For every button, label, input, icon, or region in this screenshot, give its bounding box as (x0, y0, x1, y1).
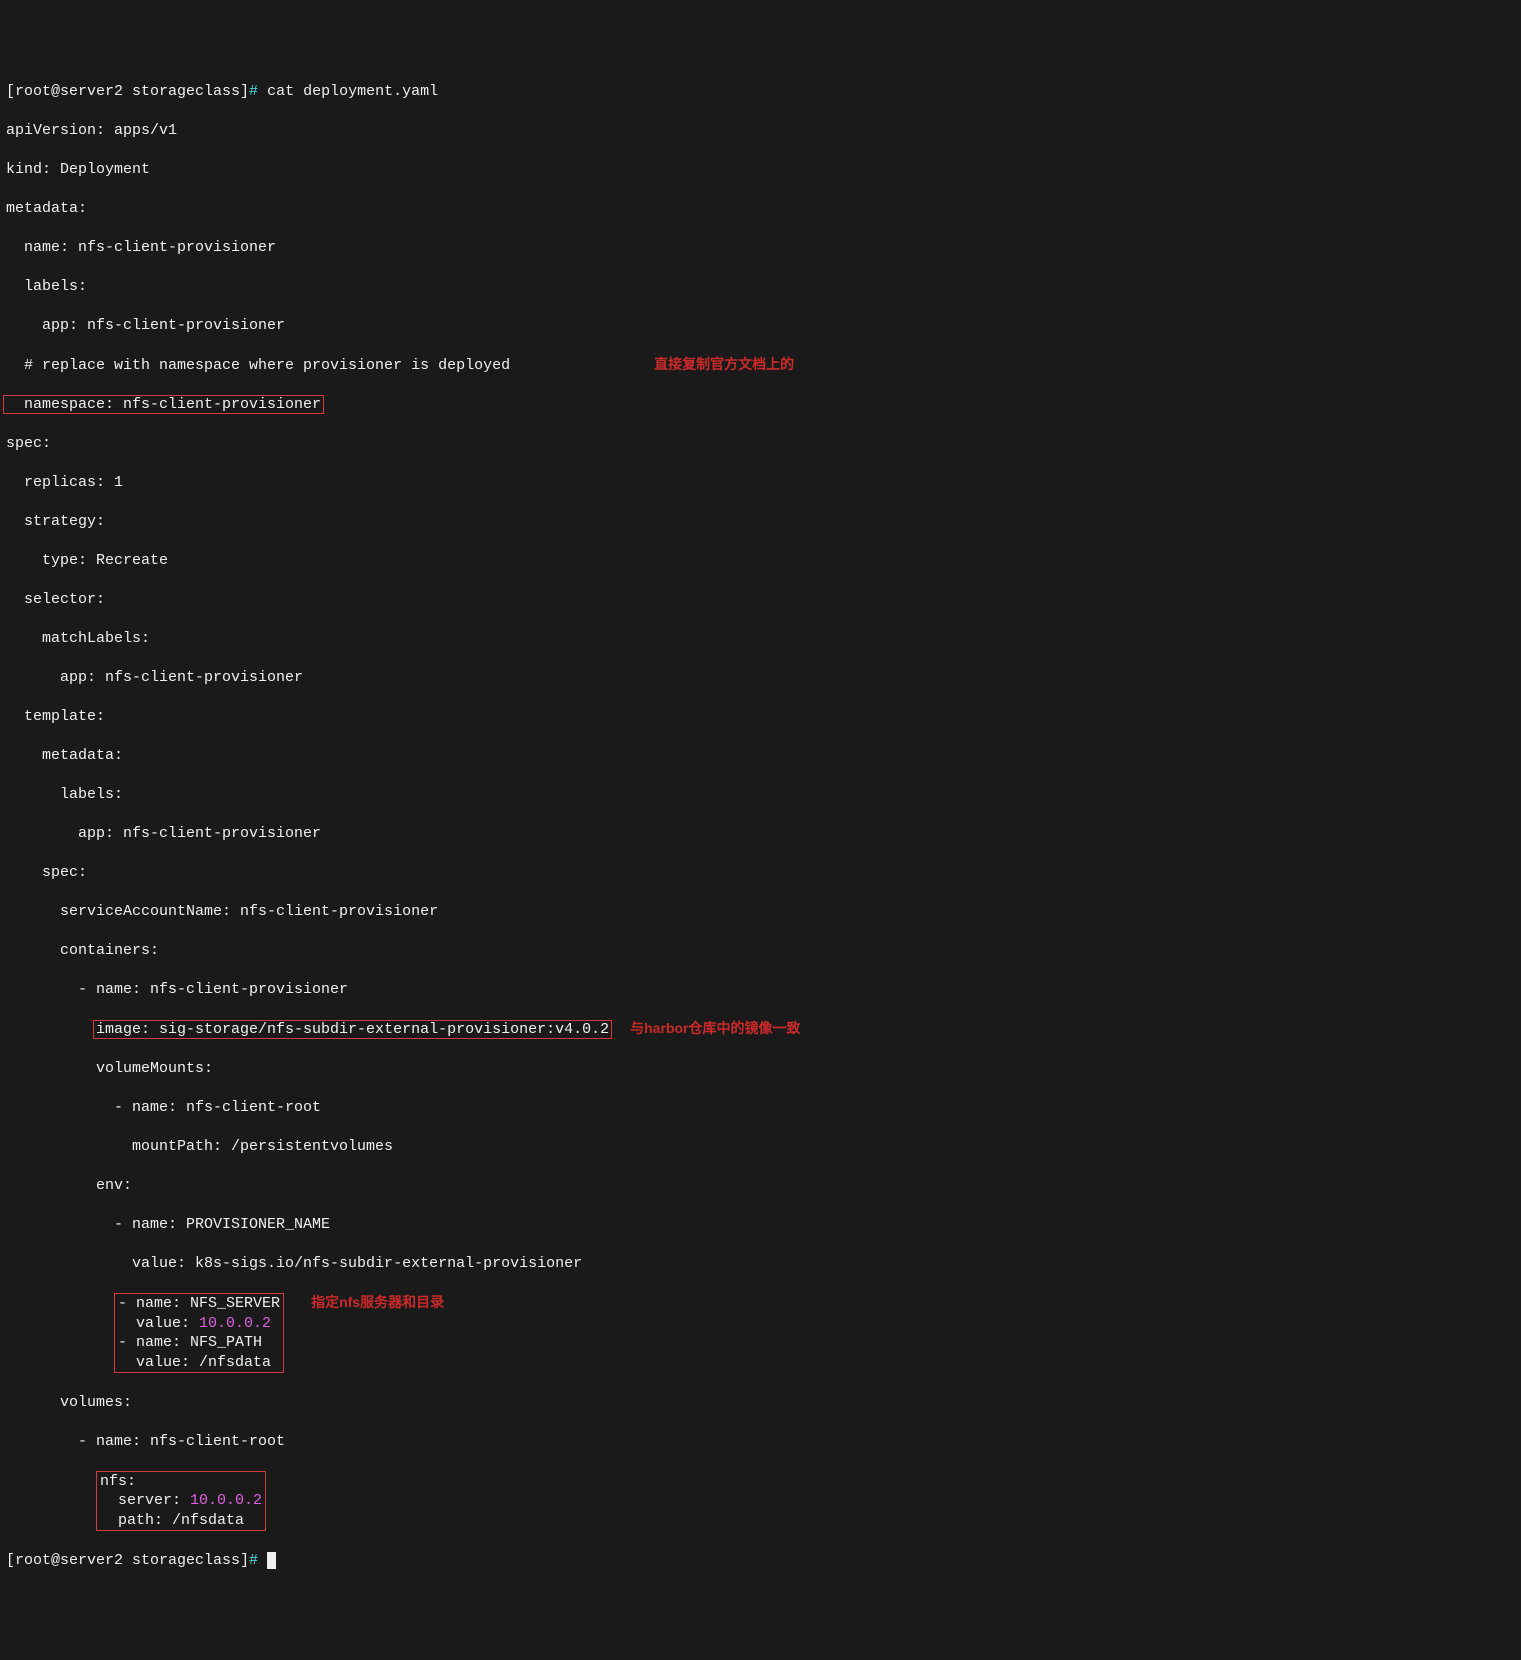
nfs-path-value: /nfsdata (172, 1512, 244, 1529)
prompt-marker: # (249, 1552, 258, 1569)
yaml-line: spec: (6, 863, 1515, 883)
yaml-line: strategy: (6, 512, 1515, 532)
yaml-line: namespace: nfs-client-provisioner (6, 395, 1515, 415)
highlight-nfs-env: - name: NFS_SERVER value: 10.0.0.2 - nam… (114, 1293, 284, 1373)
yaml-line: labels: (6, 277, 1515, 297)
env-value-prefix: value: (118, 1315, 199, 1332)
prompt: [root@server2 storageclass] (6, 1552, 249, 1569)
yaml-line: metadata: (6, 746, 1515, 766)
env-value-prefix: value: (118, 1354, 199, 1371)
yaml-line: volumes: (6, 1393, 1515, 1413)
env-value: /nfsdata (199, 1354, 271, 1371)
highlight-namespace: namespace: nfs-client-provisioner (3, 395, 324, 414)
yaml-line: serviceAccountName: nfs-client-provision… (6, 902, 1515, 922)
yaml-line: env: (6, 1176, 1515, 1196)
yaml-line: labels: (6, 785, 1515, 805)
yaml-line: type: Recreate (6, 551, 1515, 571)
yaml-line: app: nfs-client-provisioner (6, 824, 1515, 844)
env-name-value: NFS_PATH (190, 1334, 262, 1351)
yaml-line: app: nfs-client-provisioner (6, 316, 1515, 336)
yaml-line: replicas: 1 (6, 473, 1515, 493)
env-name-value: NFS_SERVER (190, 1295, 280, 1312)
nfs-server-prefix: server: (100, 1492, 190, 1509)
yaml-line: image: sig-storage/nfs-subdir-external-p… (6, 1019, 1515, 1040)
yaml-line: volumeMounts: (6, 1059, 1515, 1079)
env-value: 10.0.0.2 (199, 1315, 271, 1332)
yaml-line: mountPath: /persistentvolumes (6, 1137, 1515, 1157)
prompt-marker: # (249, 83, 258, 100)
terminal-line: [root@server2 storageclass]# cat deploym… (6, 82, 1515, 102)
annotation-nfs: 指定nfs服务器和目录 (311, 1294, 444, 1310)
nfs-path-prefix: path: (100, 1512, 172, 1529)
highlight-nfs-volume: nfs: server: 10.0.0.2 path: /nfsdata (96, 1471, 266, 1532)
nfs-key: nfs: (100, 1473, 136, 1490)
yaml-line: value: k8s-sigs.io/nfs-subdir-external-p… (6, 1254, 1515, 1274)
yaml-line: template: (6, 707, 1515, 727)
command-text: cat deployment.yaml (267, 83, 438, 100)
yaml-comment: # replace with namespace where provision… (6, 357, 510, 374)
env-name-prefix: - name: (118, 1334, 190, 1351)
yaml-line: - name: nfs-client-root (6, 1432, 1515, 1452)
yaml-line: - name: NFS_SERVER value: 10.0.0.2 - nam… (6, 1293, 1515, 1373)
yaml-line: - name: nfs-client-root (6, 1098, 1515, 1118)
yaml-line: spec: (6, 434, 1515, 454)
yaml-line: containers: (6, 941, 1515, 961)
yaml-line: apiVersion: apps/v1 (6, 121, 1515, 141)
yaml-line: - name: PROVISIONER_NAME (6, 1215, 1515, 1235)
yaml-line: matchLabels: (6, 629, 1515, 649)
annotation-harbor: 与harbor仓库中的镜像一致 (630, 1020, 800, 1036)
yaml-line: metadata: (6, 199, 1515, 219)
yaml-line: selector: (6, 590, 1515, 610)
indent (6, 1021, 96, 1038)
yaml-line: app: nfs-client-provisioner (6, 668, 1515, 688)
prompt: [root@server2 storageclass] (6, 83, 249, 100)
yaml-line: name: nfs-client-provisioner (6, 238, 1515, 258)
highlight-image: image: sig-storage/nfs-subdir-external-p… (93, 1020, 612, 1039)
yaml-line: nfs: server: 10.0.0.2 path: /nfsdata (6, 1471, 1515, 1532)
annotation-copy-doc: 直接复制官方文档上的 (654, 356, 794, 372)
yaml-line: - name: nfs-client-provisioner (6, 980, 1515, 1000)
env-name-prefix: - name: (118, 1295, 190, 1312)
cursor (267, 1552, 276, 1569)
terminal-line[interactable]: [root@server2 storageclass]# (6, 1551, 1515, 1571)
nfs-server-value: 10.0.0.2 (190, 1492, 262, 1509)
yaml-line: kind: Deployment (6, 160, 1515, 180)
yaml-line: # replace with namespace where provision… (6, 355, 1515, 376)
